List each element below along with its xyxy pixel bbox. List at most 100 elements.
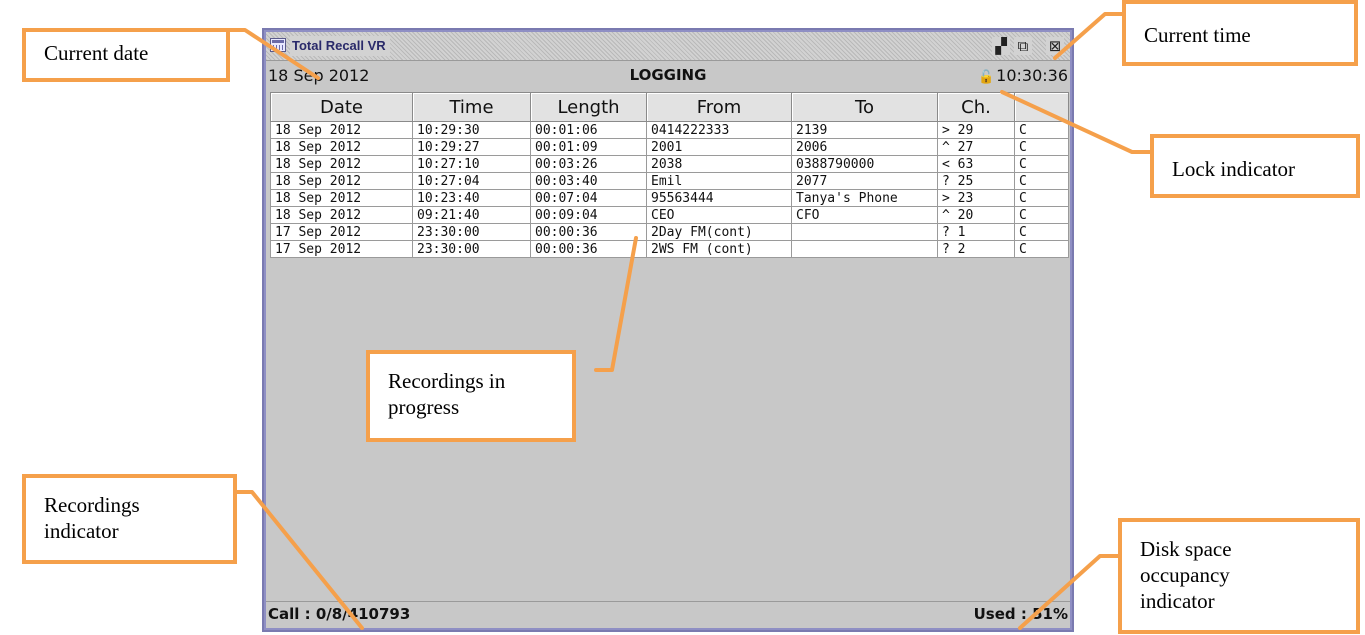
cell-length: 00:00:36 xyxy=(530,240,647,258)
cell-date: 18 Sep 2012 xyxy=(270,121,413,139)
cell-status: C xyxy=(1014,121,1069,139)
cell-length: 00:01:09 xyxy=(530,138,647,156)
callout-recordings-in-progress: Recordings in progress xyxy=(366,350,576,442)
callout-current-time-text: Current time xyxy=(1144,23,1251,47)
cell-time: 10:29:27 xyxy=(412,138,531,156)
column-header-from[interactable]: From xyxy=(646,92,792,122)
cell-date: 18 Sep 2012 xyxy=(270,172,413,190)
recordings-indicator: Call : 0/8/410793 xyxy=(268,605,411,623)
cell-status: C xyxy=(1014,189,1069,207)
table-row[interactable]: 17 Sep 2012 23:30:00 00:00:36 2Day FM(co… xyxy=(270,223,1069,241)
callout-lock-indicator: Lock indicator xyxy=(1150,134,1360,198)
current-time: 10:30:36 xyxy=(996,66,1068,85)
callout-recordings-indicator-text: Recordings indicator xyxy=(44,493,140,543)
minimize-icon[interactable]: ▞ xyxy=(992,37,1010,55)
column-header-status[interactable] xyxy=(1014,92,1069,122)
status-bar: Call : 0/8/410793 Used : 51% xyxy=(266,601,1070,628)
cell-length: 00:03:40 xyxy=(530,172,647,190)
cell-date: 17 Sep 2012 xyxy=(270,240,413,258)
cell-from: 2Day FM(cont) xyxy=(646,223,792,241)
callout-recordings-in-progress-text: Recordings in progress xyxy=(388,369,506,419)
cell-status: C xyxy=(1014,172,1069,190)
recordings-table: Date Time Length From To Ch. 18 Sep 2012… xyxy=(270,92,1069,258)
cell-time: 10:27:10 xyxy=(412,155,531,173)
column-header-to[interactable]: To xyxy=(791,92,938,122)
table-row[interactable]: 18 Sep 2012 10:29:30 00:01:06 0414222333… xyxy=(270,121,1069,139)
cell-to: 2139 xyxy=(791,121,938,139)
cell-from: 2001 xyxy=(646,138,792,156)
cell-from: CEO xyxy=(646,206,792,224)
cell-date: 18 Sep 2012 xyxy=(270,206,413,224)
callout-current-date-text: Current date xyxy=(44,41,149,65)
column-header-time[interactable]: Time xyxy=(412,92,531,122)
cell-status: C xyxy=(1014,240,1069,258)
cell-status: C xyxy=(1014,155,1069,173)
cell-channel: > 23 xyxy=(937,189,1015,207)
cell-length: 00:09:04 xyxy=(530,206,647,224)
cell-to xyxy=(791,223,938,241)
time-area: 🔓 10:30:36 xyxy=(978,66,1068,85)
cell-time: 10:29:30 xyxy=(412,121,531,139)
cell-channel: ? 2 xyxy=(937,240,1015,258)
cell-length: 00:01:06 xyxy=(530,121,647,139)
header-row: Date Time Length From To Ch. xyxy=(270,92,1069,122)
cell-date: 18 Sep 2012 xyxy=(270,138,413,156)
lock-icon[interactable]: 🔓 xyxy=(978,70,994,85)
cell-status: C xyxy=(1014,138,1069,156)
cell-length: 00:07:04 xyxy=(530,189,647,207)
cell-to xyxy=(791,240,938,258)
callout-current-time: Current time xyxy=(1122,0,1358,66)
app-icon xyxy=(270,38,286,52)
cell-length: 00:00:36 xyxy=(530,223,647,241)
cell-time: 10:23:40 xyxy=(412,189,531,207)
cell-from: 2038 xyxy=(646,155,792,173)
callout-disk-space: Disk space occupancy indicator xyxy=(1118,518,1360,634)
cell-status: C xyxy=(1014,223,1069,241)
cell-from: Emil xyxy=(646,172,792,190)
cell-time: 10:27:04 xyxy=(412,172,531,190)
window-title: Total Recall VR xyxy=(290,36,390,56)
cell-channel: ^ 20 xyxy=(937,206,1015,224)
cell-time: 23:30:00 xyxy=(412,223,531,241)
cell-to: 2077 xyxy=(791,172,938,190)
cell-date: 18 Sep 2012 xyxy=(270,155,413,173)
column-header-length[interactable]: Length xyxy=(530,92,647,122)
table-row[interactable]: 18 Sep 2012 10:23:40 00:07:04 95563444 T… xyxy=(270,189,1069,207)
callout-lock-indicator-text: Lock indicator xyxy=(1172,157,1296,181)
table-row[interactable]: 18 Sep 2012 10:27:10 00:03:26 2038 03887… xyxy=(270,155,1069,173)
cell-from: 0414222333 xyxy=(646,121,792,139)
cell-time: 09:21:40 xyxy=(412,206,531,224)
cell-from: 95563444 xyxy=(646,189,792,207)
table-row[interactable]: 18 Sep 2012 10:29:27 00:01:09 2001 2006 … xyxy=(270,138,1069,156)
cell-length: 00:03:26 xyxy=(530,155,647,173)
table-row[interactable]: 17 Sep 2012 23:30:00 00:00:36 2WS FM (co… xyxy=(270,240,1069,258)
cell-date: 17 Sep 2012 xyxy=(270,223,413,241)
cell-to: CFO xyxy=(791,206,938,224)
callout-current-date: Current date xyxy=(22,28,230,82)
cell-to: 0388790000 xyxy=(791,155,938,173)
cell-status: C xyxy=(1014,206,1069,224)
app-window: Total Recall VR ▞ ⧉ ⊠ 18 Sep 2012 LOGGIN… xyxy=(262,28,1074,632)
table-row[interactable]: 18 Sep 2012 09:21:40 00:09:04 CEO CFO ^ … xyxy=(270,206,1069,224)
column-header-channel[interactable]: Ch. xyxy=(937,92,1015,122)
maximize-icon[interactable]: ⧉ xyxy=(1014,37,1032,55)
cell-channel: > 29 xyxy=(937,121,1015,139)
close-icon[interactable]: ⊠ xyxy=(1046,37,1064,55)
title-bar[interactable]: Total Recall VR ▞ ⧉ ⊠ xyxy=(266,32,1070,61)
cell-date: 18 Sep 2012 xyxy=(270,189,413,207)
cell-time: 23:30:00 xyxy=(412,240,531,258)
info-bar: 18 Sep 2012 LOGGING 🔓 10:30:36 xyxy=(268,64,1068,88)
cell-to: Tanya's Phone xyxy=(791,189,938,207)
cell-channel: ? 25 xyxy=(937,172,1015,190)
cell-to: 2006 xyxy=(791,138,938,156)
mode-label: LOGGING xyxy=(629,66,707,84)
callout-disk-space-text: Disk space occupancy indicator xyxy=(1140,537,1232,613)
cell-channel: < 63 xyxy=(937,155,1015,173)
table-row[interactable]: 18 Sep 2012 10:27:04 00:03:40 Emil 2077 … xyxy=(270,172,1069,190)
cell-channel: ? 1 xyxy=(937,223,1015,241)
cell-channel: ^ 27 xyxy=(937,138,1015,156)
cell-from: 2WS FM (cont) xyxy=(646,240,792,258)
disk-usage-indicator: Used : 51% xyxy=(973,605,1068,623)
callout-recordings-indicator: Recordings indicator xyxy=(22,474,237,564)
column-header-date[interactable]: Date xyxy=(270,92,413,122)
